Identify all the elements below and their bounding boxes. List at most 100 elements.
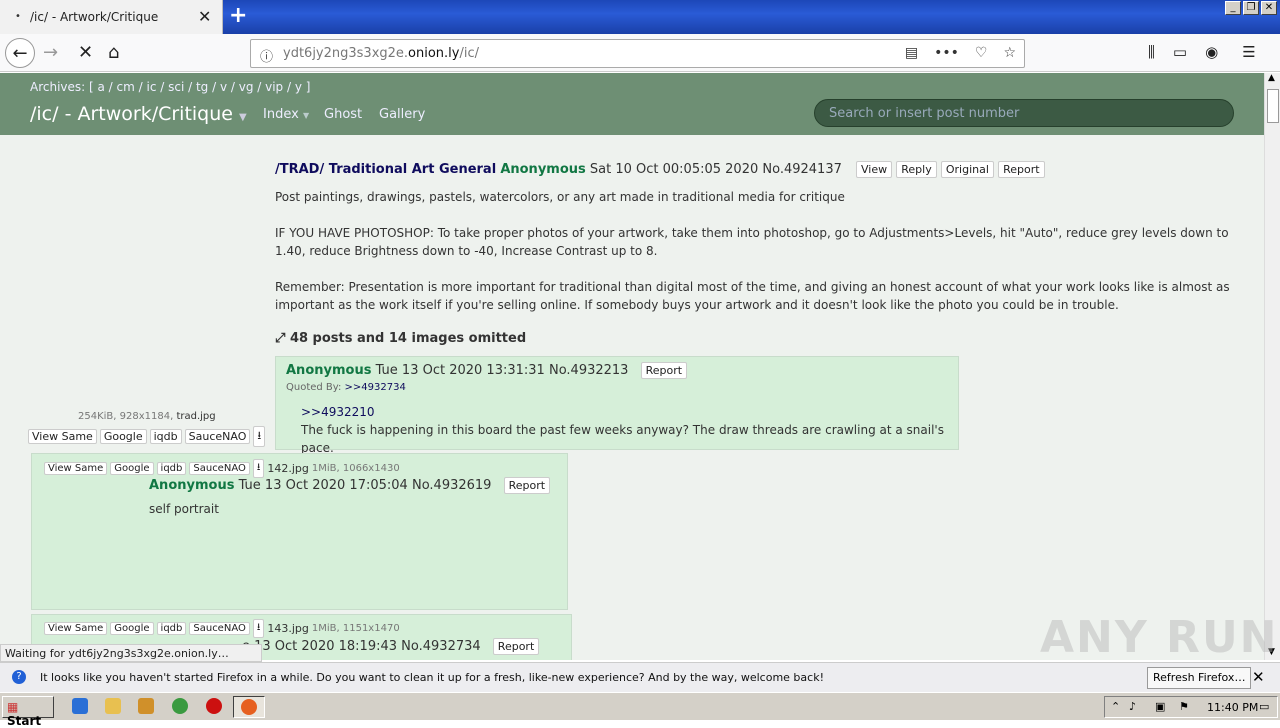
archives-links[interactable]: Archives: [ a / cm / ic / sci / tg / v /… — [30, 80, 310, 94]
nav-index[interactable]: Index ▼ — [263, 107, 309, 122]
close-window-icon[interactable]: ✕ — [1261, 1, 1277, 15]
back-arrow-icon: ← — [12, 42, 28, 64]
window-title-bar: • /ic/ - Artwork/Critique ✕ + _ ❐ ✕ — [0, 0, 1280, 34]
reply-number[interactable]: No.4932619 — [412, 478, 491, 493]
reply-text: The fuck is happening in this board the … — [301, 423, 944, 455]
google-button[interactable]: Google — [110, 622, 154, 635]
reply-header: Anonymous Tue 13 Oct 2020 17:05:04 No.49… — [149, 477, 551, 494]
file-name[interactable]: 142.jpg — [267, 462, 309, 475]
view-same-button[interactable]: View Same — [44, 622, 108, 635]
op-paragraph: Post paintings, drawings, pastels, water… — [275, 190, 845, 204]
chevron-down-icon: ▼ — [238, 112, 247, 123]
page-actions-icon[interactable]: ••• — [934, 45, 959, 61]
op-number[interactable]: No.4924137 — [762, 162, 841, 177]
firefox-task-button[interactable] — [233, 696, 265, 718]
file-name[interactable]: 143.jpg — [267, 622, 309, 635]
start-label: Start — [7, 714, 42, 728]
view-same-button[interactable]: View Same — [28, 429, 97, 444]
vertical-scrollbar[interactable]: ▲ ▼ — [1264, 73, 1280, 660]
reader-view-icon[interactable]: ▤ — [905, 45, 918, 61]
url-text[interactable]: ydt6jy2ng3s3xg2e.onion.ly/ic/ — [283, 46, 479, 61]
menu-icon[interactable]: ☰ — [1242, 43, 1255, 61]
library-icon[interactable]: ⫼ — [1148, 43, 1155, 61]
opera-icon[interactable] — [206, 698, 222, 714]
view-button[interactable]: View — [856, 161, 893, 178]
tab-title: /ic/ - Artwork/Critique — [30, 10, 159, 24]
home-icon[interactable]: ⌂ — [108, 42, 119, 63]
pocket-icon[interactable]: ♡ — [975, 45, 988, 61]
url-prefix: ydt6jy2ng3s3xg2e. — [283, 46, 409, 61]
minimize-icon[interactable]: _ — [1225, 1, 1241, 15]
iqdb-button[interactable]: iqdb — [156, 462, 187, 475]
reply-post: Anonymous Tue 13 Oct 2020 13:31:31 No.49… — [275, 356, 959, 455]
notification-bar: ? It looks like you haven't started Fire… — [0, 662, 1280, 692]
omitted-notice[interactable]: ⤢ 48 posts and 14 images omitted — [275, 331, 526, 346]
media-icon[interactable] — [138, 698, 154, 714]
op-file-meta: 254KiB, 928x1184, — [78, 411, 174, 422]
url-bar[interactable]: ⓘ ydt6jy2ng3s3xg2e.onion.ly/ic/ ▤ ••• ♡ … — [250, 39, 1025, 68]
view-same-button[interactable]: View Same — [44, 462, 108, 475]
report-button[interactable]: Report — [503, 477, 551, 494]
sidebar-icon[interactable]: ▭ — [1173, 43, 1187, 61]
tray-arrow-icon[interactable]: ⌃ — [1111, 700, 1120, 713]
scrollbar-thumb[interactable] — [1267, 89, 1279, 123]
op-file-name[interactable]: trad.jpg — [176, 411, 215, 422]
download-icon[interactable]: ⭳ — [252, 459, 265, 478]
network-icon[interactable]: ▣ — [1155, 700, 1165, 713]
chrome-icon[interactable] — [172, 698, 188, 714]
desktop-icon[interactable]: ▭ — [1259, 700, 1269, 713]
page-content: Archives: [ a / cm / ic / sci / tg / v /… — [0, 73, 1264, 660]
stop-icon[interactable]: ✕ — [78, 42, 93, 63]
search-input[interactable]: Search or insert post number — [814, 99, 1234, 127]
back-button[interactable]: ← — [5, 38, 35, 68]
download-icon[interactable]: ⭳ — [252, 619, 265, 638]
report-button[interactable]: Report — [492, 638, 540, 655]
ie-icon[interactable] — [72, 698, 88, 714]
saucenao-button[interactable]: SauceNAO — [184, 429, 251, 444]
close-icon[interactable]: ✕ — [1252, 668, 1265, 686]
start-button[interactable]: ▦ Start — [2, 696, 54, 728]
bookmark-star-icon[interactable]: ☆ — [1003, 45, 1016, 61]
op-name: Anonymous — [500, 162, 586, 177]
url-path: /ic/ — [459, 46, 480, 61]
reply-button[interactable]: Reply — [896, 161, 937, 178]
saucenao-button[interactable]: SauceNAO — [189, 462, 250, 475]
nav-gallery[interactable]: Gallery — [379, 107, 425, 122]
folder-icon[interactable] — [105, 698, 121, 714]
board-title[interactable]: /ic/ - Artwork/Critique ▼ — [30, 103, 247, 125]
reply-date: e 13 Oct 2020 18:19:43 — [242, 639, 398, 654]
volume-icon[interactable]: ♪ — [1129, 700, 1136, 713]
original-button[interactable]: Original — [940, 161, 994, 178]
iqdb-button[interactable]: iqdb — [156, 622, 187, 635]
reply-number[interactable]: No.4932734 — [401, 639, 480, 654]
google-button[interactable]: Google — [110, 462, 154, 475]
op-date: Sat 10 Oct 00:05:05 2020 — [589, 162, 759, 177]
refresh-firefox-button[interactable]: Refresh Firefox… — [1147, 667, 1252, 689]
google-button[interactable]: Google — [99, 429, 147, 444]
report-button[interactable]: Report — [640, 362, 688, 379]
download-icon[interactable]: ⭳ — [253, 426, 266, 447]
flag-icon[interactable]: ⚑ — [1179, 700, 1189, 713]
reply-name: Anonymous — [149, 478, 235, 493]
iqdb-button[interactable]: iqdb — [149, 429, 182, 444]
quoted-by-link[interactable]: >>4932734 — [345, 382, 406, 393]
window-controls: _ ❐ ✕ — [1225, 1, 1277, 15]
firefox-icon — [241, 699, 257, 715]
quote-link[interactable]: >>4932210 — [301, 403, 958, 421]
nav-index-label: Index — [263, 107, 299, 122]
scroll-up-icon[interactable]: ▲ — [1268, 73, 1275, 83]
tab-close-icon[interactable]: ✕ — [198, 7, 211, 26]
omitted-text: 48 posts and 14 images omitted — [289, 331, 527, 346]
chevron-down-icon: ▼ — [302, 111, 310, 120]
saucenao-button[interactable]: SauceNAO — [189, 622, 250, 635]
site-info-icon[interactable]: ⓘ — [260, 46, 273, 65]
reply-number[interactable]: No.4932213 — [549, 363, 628, 378]
browser-tab[interactable]: • /ic/ - Artwork/Critique ✕ — [0, 0, 223, 34]
account-icon[interactable]: ◉ — [1205, 43, 1218, 61]
report-button[interactable]: Report — [998, 161, 1045, 178]
forward-arrow-icon[interactable]: → — [43, 42, 58, 63]
new-tab-icon[interactable]: + — [229, 3, 247, 28]
file-meta: 1MiB, 1151x1470 — [311, 623, 400, 634]
restore-icon[interactable]: ❐ — [1243, 1, 1259, 15]
nav-ghost[interactable]: Ghost — [324, 107, 362, 122]
